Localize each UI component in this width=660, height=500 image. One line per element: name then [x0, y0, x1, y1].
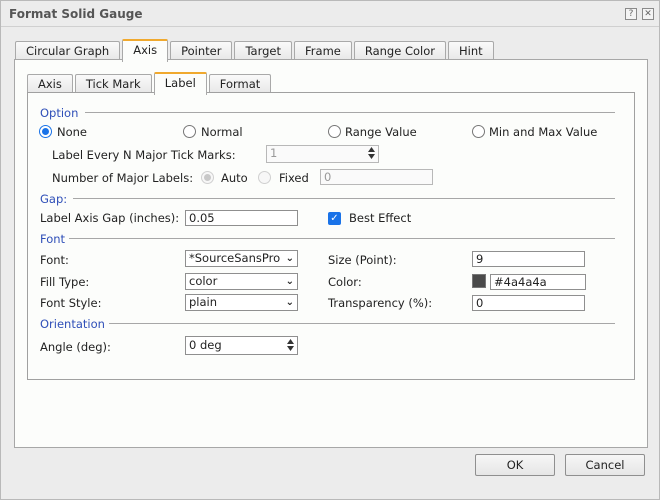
angle-label: Angle (deg): [40, 340, 111, 354]
color-swatch[interactable] [472, 274, 486, 288]
size-input[interactable]: 9 [472, 251, 585, 267]
subtab-axis[interactable]: Axis [27, 74, 73, 94]
best-effect-checkbox[interactable]: ✓ [328, 212, 341, 225]
orientation-divider [109, 323, 615, 324]
label-every-n-label: Label Every N Major Tick Marks: [52, 148, 236, 162]
font-style-label: Font Style: [40, 296, 102, 310]
radio-fixed-label: Fixed [279, 171, 309, 185]
tab-hint[interactable]: Hint [448, 41, 494, 61]
fill-type-select[interactable]: color ⌄ [185, 273, 298, 290]
radio-none-label: None [57, 125, 88, 139]
radio-normal[interactable] [183, 125, 196, 138]
font-select[interactable]: *SourceSansPro ⌄ [185, 250, 298, 267]
cancel-button[interactable]: Cancel [565, 454, 645, 476]
font-divider [69, 238, 615, 239]
tab-target[interactable]: Target [234, 41, 293, 61]
chevron-down-icon: ⌄ [285, 297, 294, 308]
angle-value: 0 deg [189, 338, 222, 352]
size-label: Size (Point): [328, 253, 397, 267]
format-solid-gauge-dialog: Format Solid Gauge ? ✕ Circular Graph Ax… [0, 0, 660, 500]
radio-range-value-label: Range Value [345, 125, 417, 139]
best-effect-label: Best Effect [349, 211, 412, 225]
transparency-label: Transparency (%): [328, 296, 433, 310]
gap-divider [73, 198, 615, 199]
label-axis-gap-input[interactable]: 0.05 [185, 210, 298, 226]
number-major-labels-label: Number of Major Labels: [52, 171, 194, 185]
close-icon[interactable]: ✕ [642, 8, 654, 20]
ok-button[interactable]: OK [475, 454, 555, 476]
radio-none[interactable] [39, 125, 52, 138]
title-bar[interactable]: Format Solid Gauge ? ✕ [1, 1, 659, 27]
chevron-down-icon: ⌄ [285, 276, 294, 287]
tab-frame[interactable]: Frame [294, 41, 352, 61]
subtab-label[interactable]: Label [153, 72, 207, 95]
font-value: *SourceSansPro [189, 251, 281, 265]
spinner-arrows-icon[interactable] [287, 339, 294, 351]
radio-min-max-value-label: Min and Max Value [489, 125, 598, 139]
dialog-title: Format Solid Gauge [9, 7, 143, 21]
radio-auto[interactable] [201, 171, 214, 184]
angle-spinner[interactable]: 0 deg [185, 336, 298, 355]
font-section-heading: Font [40, 232, 66, 246]
option-section-heading: Option [40, 106, 79, 120]
fixed-labels-input[interactable]: 0 [320, 169, 433, 185]
radio-auto-label: Auto [221, 171, 248, 185]
inner-tab-bar: Axis Tick Mark Label Format [27, 72, 273, 95]
help-icon[interactable]: ? [625, 8, 637, 20]
radio-fixed[interactable] [258, 171, 271, 184]
subtab-format[interactable]: Format [208, 74, 272, 94]
radio-range-value[interactable] [328, 125, 341, 138]
label-axis-gap-label: Label Axis Gap (inches): [40, 211, 180, 225]
tab-circular-graph[interactable]: Circular Graph [15, 41, 121, 61]
font-label: Font: [40, 253, 69, 267]
font-style-select[interactable]: plain ⌄ [185, 294, 298, 311]
chevron-down-icon: ⌄ [285, 253, 294, 264]
color-label: Color: [328, 275, 362, 289]
spinner-arrows-icon[interactable] [368, 147, 375, 159]
label-every-n-value: 1 [270, 146, 278, 160]
radio-normal-label: Normal [201, 125, 243, 139]
radio-min-max-value[interactable] [472, 125, 485, 138]
label-every-n-spinner[interactable]: 1 [266, 145, 379, 163]
tab-axis[interactable]: Axis [122, 39, 169, 62]
tab-pointer[interactable]: Pointer [170, 41, 233, 61]
color-input[interactable]: #4a4a4a [490, 274, 586, 290]
orientation-section-heading: Orientation [40, 317, 105, 331]
fill-type-label: Fill Type: [40, 275, 90, 289]
option-divider [85, 112, 615, 113]
gap-section-heading: Gap: [40, 192, 68, 206]
subtab-tick-mark[interactable]: Tick Mark [74, 74, 152, 94]
fill-type-value: color [189, 274, 218, 288]
outer-tab-bar: Circular Graph Axis Pointer Target Frame… [15, 39, 496, 62]
transparency-input[interactable]: 0 [472, 295, 585, 311]
font-style-value: plain [189, 295, 218, 309]
tab-range-color[interactable]: Range Color [353, 41, 446, 61]
